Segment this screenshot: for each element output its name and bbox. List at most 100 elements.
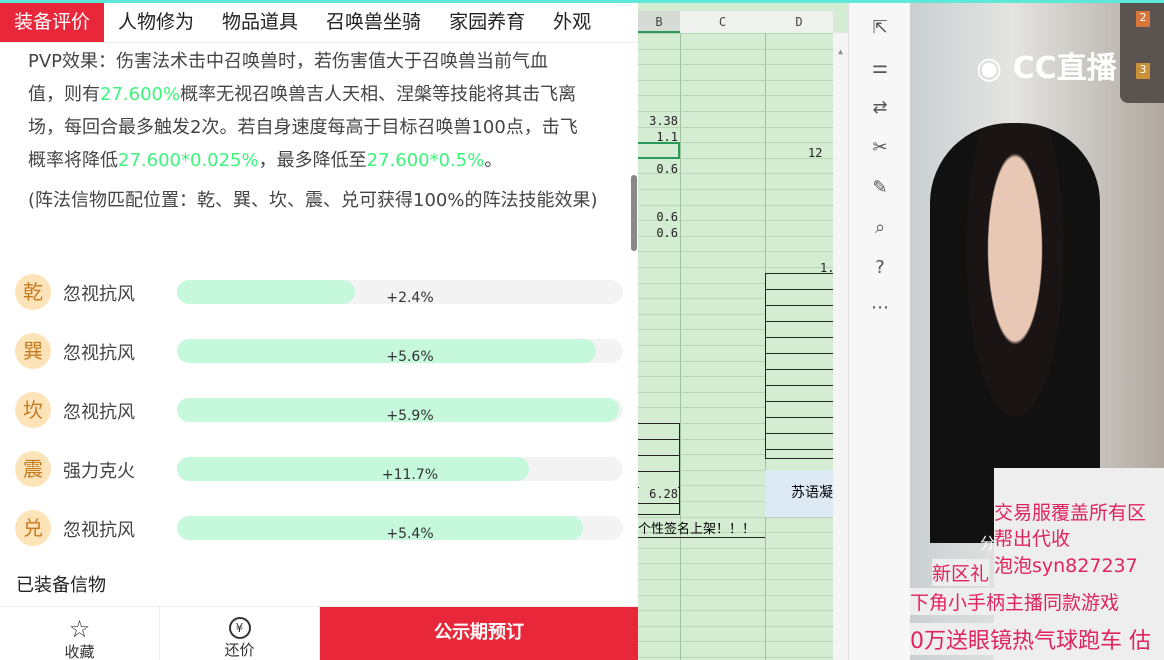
attribute-value: +5.4%: [386, 526, 434, 542]
promo-text: 泡泡syn827237: [994, 555, 1138, 577]
bargain-button[interactable]: ¥ 还价: [160, 607, 320, 660]
cell-b[interactable]: 3.38: [638, 114, 678, 128]
row-gridline: [638, 204, 833, 206]
attribute-value: +2.4%: [386, 290, 434, 306]
favorite-label: 收藏: [64, 643, 95, 660]
attribute-bar: +5.6%: [177, 339, 623, 365]
col-divider: [680, 33, 681, 660]
help-icon[interactable]: ?: [867, 255, 893, 281]
col-header-d[interactable]: D: [765, 11, 833, 33]
row-gridline: [638, 33, 833, 34]
t: 。: [484, 150, 503, 171]
attribute-bar: +2.4%: [177, 280, 623, 306]
attribute-label: 忽视抗风: [63, 343, 135, 364]
more-icon[interactable]: ⋯: [867, 295, 893, 321]
cell-b[interactable]: 0.6: [638, 162, 678, 176]
row-gridline: [638, 641, 833, 643]
t: 概率将降低: [28, 150, 118, 171]
row-gridline: [638, 64, 833, 66]
preorder-button[interactable]: 公示期预订: [320, 607, 638, 660]
promo-text: 0万送眼镜热气球跑车 估: [910, 623, 1151, 655]
attribute-label: 强力克火: [63, 461, 135, 482]
cursor-select-icon[interactable]: ⇱: [867, 15, 893, 41]
col-header-c[interactable]: C: [680, 11, 765, 33]
yuan-bubble-icon: ¥: [228, 617, 251, 639]
bordered-range: [765, 273, 833, 459]
cell-b[interactable]: 6.28: [639, 487, 678, 501]
cell-d[interactable]: 1.: [820, 261, 834, 275]
formation-note: (阵法信物匹配位置：乾、巽、坎、震、兑可获得100%的阵法技能效果): [28, 190, 598, 211]
category-tabs: 装备评价 人物修为 物品道具 召唤兽坐骑 家园养育 外观: [0, 3, 638, 43]
attribute-bar: +5.9%: [177, 398, 623, 424]
bordered-range: [638, 423, 680, 515]
tab-home[interactable]: 家园养育: [435, 3, 539, 42]
tab-items[interactable]: 物品道具: [208, 3, 312, 42]
convert-icon[interactable]: ⇄: [867, 95, 893, 121]
tab-appearance[interactable]: 外观: [539, 3, 605, 42]
position-badge: 巽: [15, 333, 51, 369]
cell-b[interactable]: 0.6: [638, 226, 678, 240]
book-search-icon[interactable]: ⌕: [867, 215, 893, 241]
caption-fragment: 分: [980, 534, 996, 552]
scroll-up-icon[interactable]: ▲: [833, 47, 848, 56]
style-icon[interactable]: ✎: [867, 175, 893, 201]
row-gridline: [638, 547, 833, 549]
cc-live-logo: ◉ CC直播: [976, 43, 1117, 87]
star-icon: ☆: [68, 615, 91, 643]
attribute-value: +11.7%: [381, 467, 439, 483]
attribute-label: 忽视抗风: [63, 284, 135, 305]
logo-text: CC直播: [1012, 51, 1117, 86]
promo-text: 帮出代收: [994, 528, 1071, 550]
position-badge: 坎: [15, 392, 51, 428]
spreadsheet: B C D 3.38 1.1 0.6 0.6 0.6 6.28 12 1. 苏语…: [638, 3, 848, 660]
cell-banner[interactable]: 个性签名上架！！！: [638, 518, 765, 538]
promo-text: 下角小手柄主播同款游戏: [910, 588, 1140, 615]
attribute-row: 兑 忽视抗风 +5.4%: [0, 508, 638, 548]
col-header-b[interactable]: B: [638, 11, 680, 33]
vertical-scrollbar[interactable]: ▲: [833, 33, 848, 660]
scrollbar[interactable]: [631, 175, 637, 251]
attribute-row: 坎 忽视抗风 +5.9%: [0, 390, 638, 430]
tab-summons-mounts[interactable]: 召唤兽坐骑: [312, 3, 435, 42]
favorite-button[interactable]: ☆ 收藏: [0, 607, 160, 660]
attribute-label: 忽视抗风: [63, 402, 135, 423]
attribute-row: 巽 忽视抗风 +5.6%: [0, 331, 638, 371]
row-gridline: [638, 267, 833, 268]
cell-b[interactable]: 1.1: [638, 130, 678, 144]
desc-line: 值，则有27.600%概率无视召唤兽吉人天相、涅槃等技能将其击飞离: [28, 78, 628, 111]
desc-line: 概率将降低27.600*0.025%，最多降低至27.600*0.5%。: [28, 144, 628, 177]
rank-badge: 2: [1136, 11, 1150, 27]
row-gridline: [638, 657, 833, 658]
desc-line: 场，每回合最多触发2次。若自身速度每高于目标召唤兽100点，击飞: [28, 117, 578, 138]
equipped-title: 已装备信物: [16, 575, 106, 596]
row-gridline: [638, 111, 833, 112]
cell-d[interactable]: 12: [808, 146, 822, 160]
tab-equipment-evaluation[interactable]: 装备评价: [0, 3, 105, 42]
reduce-value: 27.600*0.025%: [118, 150, 259, 171]
attribute-row: 震 强力克火 +11.7%: [0, 449, 638, 489]
rank-badge: 3: [1136, 63, 1150, 79]
tools-icon[interactable]: ✂: [867, 135, 893, 161]
tab-character-cultivation[interactable]: 人物修为: [104, 3, 208, 42]
cell-name[interactable]: 苏语凝: [765, 470, 833, 517]
attribute-value: +5.6%: [386, 349, 434, 365]
t: 概率无视召唤兽吉人天相、涅槃等技能将其击飞离: [180, 84, 577, 105]
filter-settings-icon[interactable]: ⚌: [867, 55, 893, 81]
row-gridline: [638, 48, 833, 50]
rank-panel: 2 3: [1120, 3, 1164, 103]
row-gridline: [638, 579, 833, 580]
footer-bar: ☆ 收藏 ¥ 还价 公示期预订: [0, 606, 638, 660]
live-stream-video: 2 3 ◉ CC直播 分 交易服覆盖所有区 帮出代收 泡泡syn827237 新…: [910, 3, 1164, 660]
promo-text: 交易服覆盖所有区: [994, 502, 1147, 524]
row-gridline: [638, 594, 833, 596]
t: 值，则有: [28, 84, 100, 105]
row-gridline: [638, 251, 833, 253]
effect-description: PVP效果：伤害法术击中召唤兽时，若伤害值大于召唤兽当前气血 值，则有27.60…: [28, 45, 628, 177]
t: ，最多降低至: [258, 150, 367, 171]
sheet-side-toolbar: ⇱ ⚌ ⇄ ✂ ✎ ⌕ ? ⋯: [848, 3, 910, 660]
selected-cell[interactable]: [638, 142, 680, 159]
cell-b[interactable]: 0.6: [638, 210, 678, 224]
row-gridline: [638, 95, 833, 97]
row-gridline: [638, 563, 833, 565]
desc-line: PVP效果：伤害法术击中召唤兽时，若伤害值大于召唤兽当前气血: [28, 51, 549, 72]
